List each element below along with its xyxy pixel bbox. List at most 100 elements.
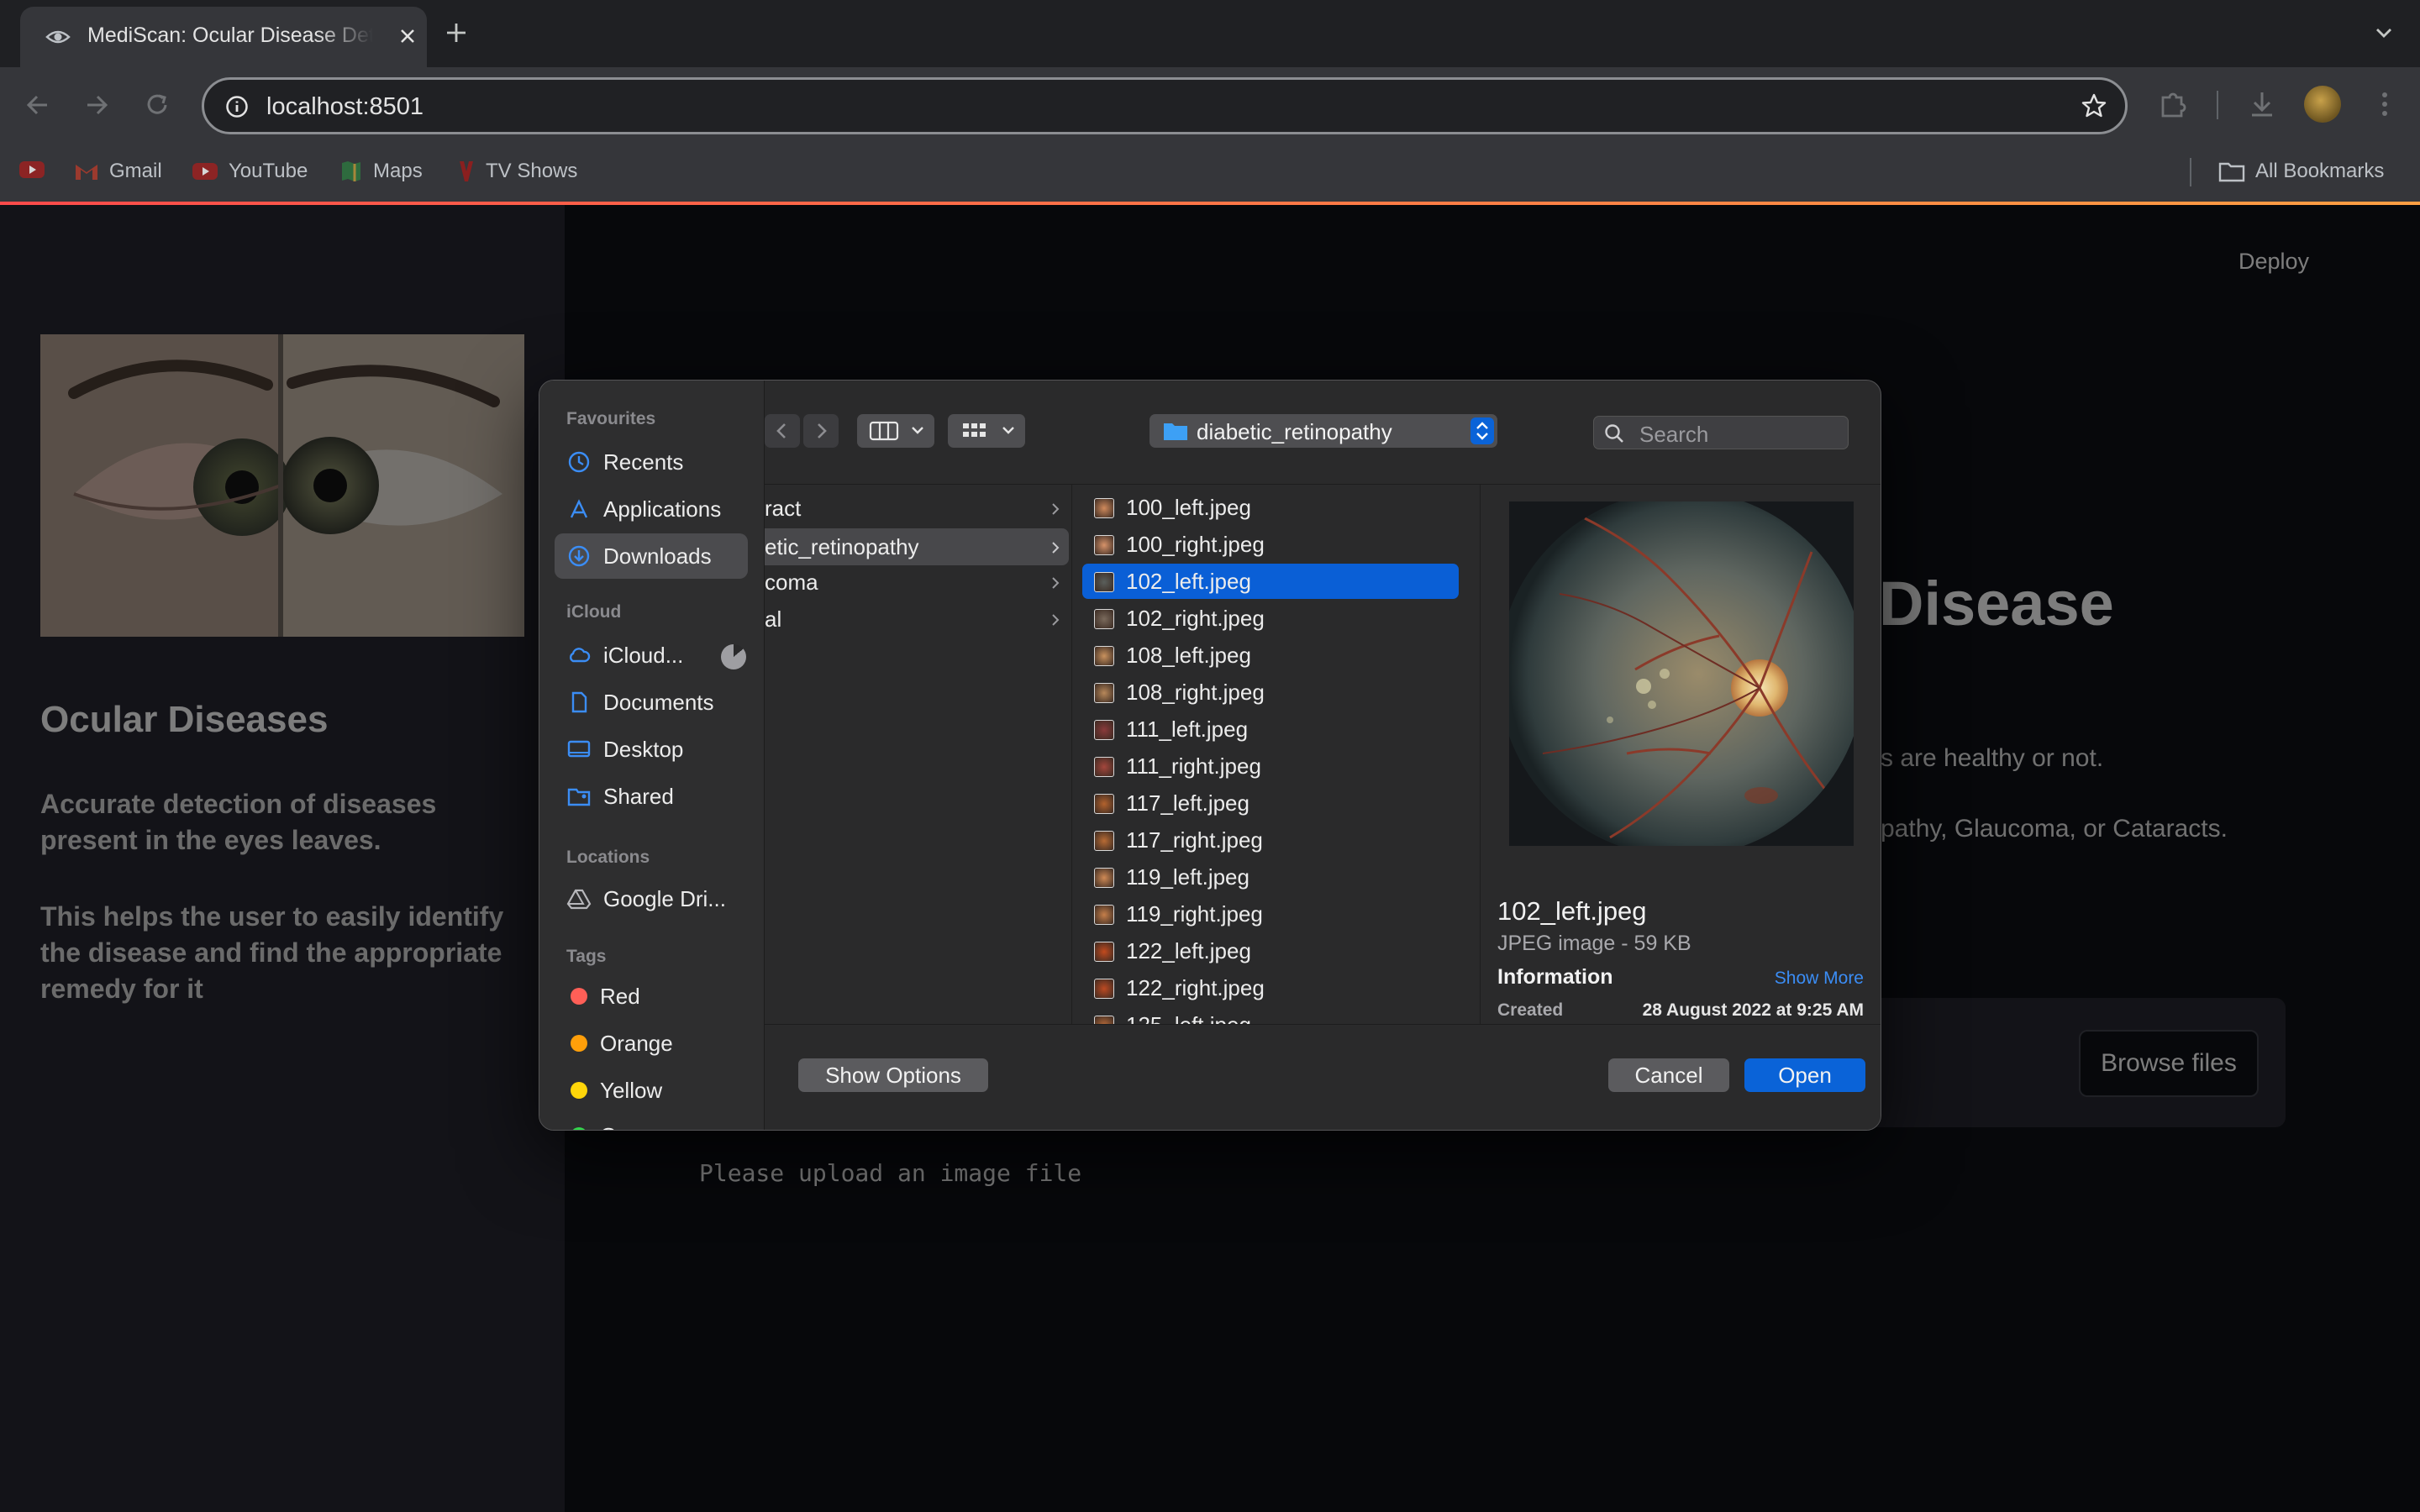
forward-icon[interactable] xyxy=(803,414,839,448)
location-popup[interactable]: diabetic_retinopathy xyxy=(1150,414,1497,448)
site-info-icon[interactable] xyxy=(224,94,250,119)
show-options-button[interactable]: Show Options xyxy=(798,1058,988,1092)
view-mode-button[interactable] xyxy=(857,414,934,448)
dialog-sidebar: Favourites Recents Applications Download… xyxy=(539,381,765,1130)
all-bookmarks-label: All Bookmarks xyxy=(2255,160,2385,182)
file-row-selected[interactable]: 102_left.jpeg xyxy=(1082,564,1459,599)
close-tab-icon[interactable] xyxy=(395,24,420,49)
sidebar-item-documents[interactable]: Documents xyxy=(555,680,748,725)
search-field[interactable]: Search xyxy=(1593,416,1849,449)
tag-red[interactable]: Red xyxy=(555,974,748,1019)
bookmark-label: Maps xyxy=(373,160,423,182)
folder-row-selected[interactable]: etic_retinopathy xyxy=(765,528,1069,565)
bookmark-tv-shows[interactable]: TV Shows xyxy=(457,160,577,183)
sidebar-item-shared[interactable]: Shared xyxy=(555,774,748,819)
fundus-image-preview xyxy=(1509,501,1854,846)
file-row[interactable]: 119_right.jpeg xyxy=(1082,896,1459,932)
sidebar-item-google-drive[interactable]: Google Dri... xyxy=(555,876,748,921)
preview-file-kind: JPEG image - 59 KB xyxy=(1497,932,1691,955)
image-thumbnail-icon xyxy=(1094,720,1114,740)
tag-color-dot xyxy=(571,988,587,1005)
file-row[interactable]: 111_right.jpeg xyxy=(1082,748,1459,784)
tag-label: Red xyxy=(600,983,640,1009)
open-button[interactable]: Open xyxy=(1744,1058,1865,1092)
tag-color-dot xyxy=(571,1127,587,1130)
bookmark-label: YouTube xyxy=(229,160,308,182)
sidebar-item-desktop[interactable]: Desktop xyxy=(555,727,748,772)
applications-icon xyxy=(570,499,588,518)
location-label: diabetic_retinopathy xyxy=(1197,419,1392,444)
tag-color-dot xyxy=(571,1082,587,1099)
folder-row[interactable]: coma xyxy=(765,565,1069,599)
file-row[interactable]: 117_left.jpeg xyxy=(1082,785,1459,821)
drive-icon xyxy=(566,889,592,910)
chevron-right-icon xyxy=(1052,577,1060,589)
chevron-down-icon[interactable] xyxy=(2370,18,2398,47)
reload-icon[interactable] xyxy=(141,89,173,121)
folder-row[interactable]: ract xyxy=(765,491,1069,525)
file-row[interactable]: 108_left.jpeg xyxy=(1082,638,1459,673)
bookmarks-bar: Gmail YouTube Maps TV Shows All Bookmark… xyxy=(0,143,2420,202)
file-name: 111_left.jpeg xyxy=(1126,717,1249,742)
folder-name: al xyxy=(765,606,782,632)
locations-header: Locations xyxy=(566,848,650,867)
image-thumbnail-icon xyxy=(1094,868,1114,888)
file-row[interactable]: 100_right.jpeg xyxy=(1082,527,1459,562)
back-icon[interactable] xyxy=(765,414,800,448)
search-icon xyxy=(1605,424,1623,443)
download-icon[interactable] xyxy=(2245,87,2279,121)
tag-green[interactable]: Green xyxy=(555,1113,748,1130)
browser-toolbar: localhost:8501 xyxy=(0,67,2420,143)
bookmark-gmail[interactable]: Gmail xyxy=(74,160,162,183)
profile-avatar[interactable] xyxy=(2304,86,2341,123)
url-text: localhost:8501 xyxy=(266,93,424,120)
bookmark-youtube-shortcut[interactable] xyxy=(18,160,45,180)
file-row[interactable]: 100_left.jpeg xyxy=(1082,490,1459,525)
sidebar-item-downloads[interactable]: Downloads xyxy=(555,533,748,579)
file-row[interactable]: 125_left.jpeg xyxy=(1082,1007,1459,1024)
more-menu-icon[interactable] xyxy=(2368,87,2402,121)
file-row[interactable]: 122_right.jpeg xyxy=(1082,970,1459,1005)
bookmark-star-icon[interactable] xyxy=(2080,92,2108,120)
sidebar-item-applications[interactable]: Applications xyxy=(555,486,748,532)
file-row[interactable]: 108_right.jpeg xyxy=(1082,675,1459,710)
file-name: 117_left.jpeg xyxy=(1126,790,1249,816)
sidebar-item-label: Applications xyxy=(603,496,722,522)
file-row[interactable]: 122_left.jpeg xyxy=(1082,933,1459,969)
chevron-down-icon xyxy=(1002,427,1014,434)
folder-name: coma xyxy=(765,570,818,595)
sidebar-item-icloud[interactable]: iCloud... xyxy=(555,633,748,678)
file-row[interactable]: 117_right.jpeg xyxy=(1082,822,1459,858)
tag-orange[interactable]: Orange xyxy=(555,1021,748,1066)
cancel-button[interactable]: Cancel xyxy=(1608,1058,1729,1092)
back-icon[interactable] xyxy=(22,89,54,121)
all-bookmarks[interactable]: All Bookmarks xyxy=(2218,160,2384,183)
group-button[interactable] xyxy=(948,414,1025,448)
bookmark-maps[interactable]: Maps xyxy=(339,160,423,183)
folder-row[interactable]: al xyxy=(765,602,1069,636)
file-name: 122_left.jpeg xyxy=(1126,938,1251,963)
file-name: 100_left.jpeg xyxy=(1126,495,1251,520)
downloads-icon xyxy=(568,545,590,567)
browser-tab[interactable]: MediScan: Ocular Disease Detection xyxy=(20,7,427,67)
image-thumbnail-icon xyxy=(1094,942,1114,962)
file-row[interactable]: 102_right.jpeg xyxy=(1082,601,1459,636)
toolbar-separator xyxy=(2217,91,2218,119)
forward-icon[interactable] xyxy=(81,89,113,121)
file-name: 102_right.jpeg xyxy=(1126,606,1265,631)
show-more-link[interactable]: Show More xyxy=(1775,969,1864,989)
file-row[interactable]: 119_left.jpeg xyxy=(1082,859,1459,895)
address-bar[interactable]: localhost:8501 xyxy=(202,77,2128,134)
bookmark-label: Gmail xyxy=(109,160,162,182)
tag-yellow[interactable]: Yellow xyxy=(555,1068,748,1113)
favourites-header: Favourites xyxy=(566,409,656,428)
file-row[interactable]: 111_left.jpeg xyxy=(1082,711,1459,747)
tab-strip: MediScan: Ocular Disease Detection xyxy=(0,0,2420,67)
image-thumbnail-icon xyxy=(1094,1016,1114,1024)
new-tab-icon[interactable] xyxy=(442,18,471,47)
extensions-icon[interactable] xyxy=(2156,87,2190,121)
bookmark-youtube[interactable]: YouTube xyxy=(192,160,308,183)
sidebar-item-recents[interactable]: Recents xyxy=(555,439,748,485)
image-thumbnail-icon xyxy=(1094,498,1114,518)
created-label: Created xyxy=(1497,1000,1564,1020)
